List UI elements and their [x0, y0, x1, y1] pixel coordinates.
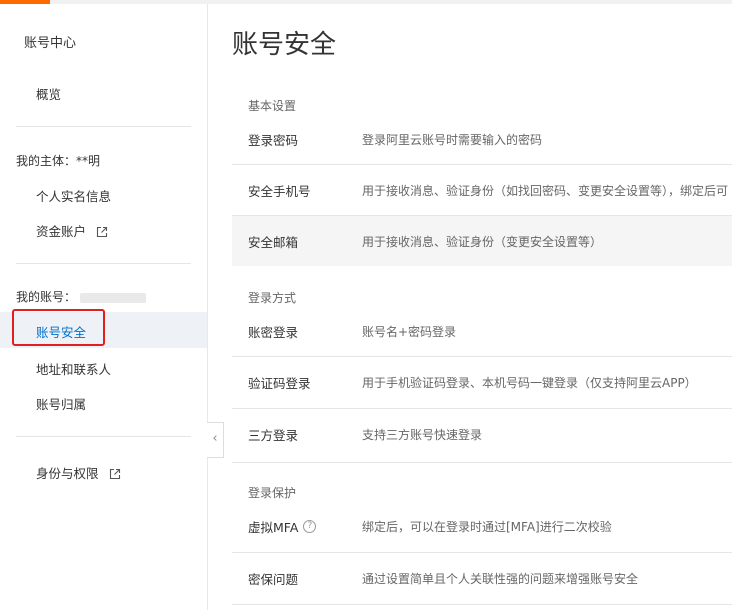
setting-name: 验证码登录	[248, 375, 311, 391]
external-link-icon	[96, 226, 108, 238]
setting-description: 通过设置简单且个人关联性强的问题来增强账号安全	[362, 571, 639, 586]
setting-row-code-login[interactable]: 验证码登录 用于手机验证码登录、本机号码一键登录（仅支持阿里云APP）	[232, 357, 732, 407]
sidebar-item-account-ownership[interactable]: 账号归属	[36, 394, 86, 413]
setting-name: 三方登录	[248, 427, 299, 443]
setting-row-virtual-mfa[interactable]: 虚拟MFA ? 绑定后，可以在登录时通过[MFA]进行二次校验	[232, 501, 732, 551]
sidebar: 账号中心 概览 我的主体：**明 个人实名信息 资金账户 我的账号： 账号安全 …	[0, 4, 208, 610]
sidebar-item-fund-account[interactable]: 资金账户	[36, 221, 108, 240]
my-account-label: 我的账号：	[16, 290, 77, 304]
setting-row-login-password[interactable]: 登录密码 登录阿里云账号时需要输入的密码	[232, 114, 732, 164]
question-circle-icon[interactable]: ?	[303, 519, 317, 533]
setting-description: 用于接收消息、验证身份（如找回密码、变更安全设置等），绑定后可	[362, 183, 729, 198]
group-label-basic: 基本设置	[248, 99, 297, 113]
highlight-box	[12, 309, 105, 346]
setting-name: 密保问题	[248, 571, 299, 587]
sidebar-subject-label: 我的主体：**明	[16, 154, 101, 168]
group-label-login-protection: 登录保护	[248, 486, 297, 500]
setting-row-third-party-login[interactable]: 三方登录 支持三方账号快速登录	[232, 409, 732, 459]
setting-row-security-questions[interactable]: 密保问题 通过设置简单且个人关联性强的问题来增强账号安全	[232, 553, 732, 603]
setting-row-security-email[interactable]: 安全邮箱 用于接收消息、验证身份（变更安全设置等）	[232, 216, 732, 266]
sidebar-item-fund-account-label: 资金账户	[36, 224, 87, 239]
setting-name: 登录密码	[248, 132, 299, 148]
setting-name: 账密登录	[248, 324, 299, 340]
sidebar-item-overview[interactable]: 概览	[36, 84, 61, 103]
sidebar-item-identity-permissions[interactable]: 身份与权限	[36, 463, 121, 482]
row-divider	[232, 604, 732, 605]
blurred-account-name	[80, 292, 147, 303]
setting-description: 用于接收消息、验证身份（变更安全设置等）	[362, 234, 603, 249]
sidebar-divider	[16, 263, 191, 264]
sidebar-title: 账号中心	[24, 36, 77, 51]
setting-description: 登录阿里云账号时需要输入的密码	[362, 132, 543, 147]
setting-row-security-phone[interactable]: 安全手机号 用于接收消息、验证身份（如找回密码、变更安全设置等），绑定后可	[232, 165, 732, 215]
sidebar-divider	[16, 436, 191, 437]
main-content: 账号安全 基本设置 登录密码 登录阿里云账号时需要输入的密码 安全手机号 用于接…	[208, 4, 732, 610]
setting-name: 虚拟MFA ?	[248, 501, 317, 551]
row-divider	[232, 462, 732, 463]
sidebar-item-address-contacts[interactable]: 地址和联系人	[36, 359, 111, 378]
setting-name: 安全邮箱	[248, 234, 299, 250]
setting-name: 安全手机号	[248, 183, 311, 199]
setting-description: 支持三方账号快速登录	[362, 427, 483, 442]
page-title: 账号安全	[232, 30, 337, 60]
group-label-login-methods: 登录方式	[248, 291, 297, 305]
setting-description: 绑定后，可以在登录时通过[MFA]进行二次校验	[362, 519, 612, 534]
sidebar-item-identity-permissions-label: 身份与权限	[36, 466, 99, 481]
sidebar-divider	[16, 126, 191, 127]
setting-row-password-login[interactable]: 账密登录 账号名+密码登录	[232, 306, 732, 356]
sidebar-item-real-name[interactable]: 个人实名信息	[36, 186, 111, 205]
setting-name-label: 虚拟MFA	[248, 519, 299, 535]
external-link-icon	[109, 468, 120, 480]
setting-description: 用于手机验证码登录、本机号码一键登录（仅支持阿里云APP）	[362, 375, 697, 390]
sidebar-my-account-label: 我的账号：	[16, 288, 147, 305]
setting-description: 账号名+密码登录	[362, 324, 457, 339]
